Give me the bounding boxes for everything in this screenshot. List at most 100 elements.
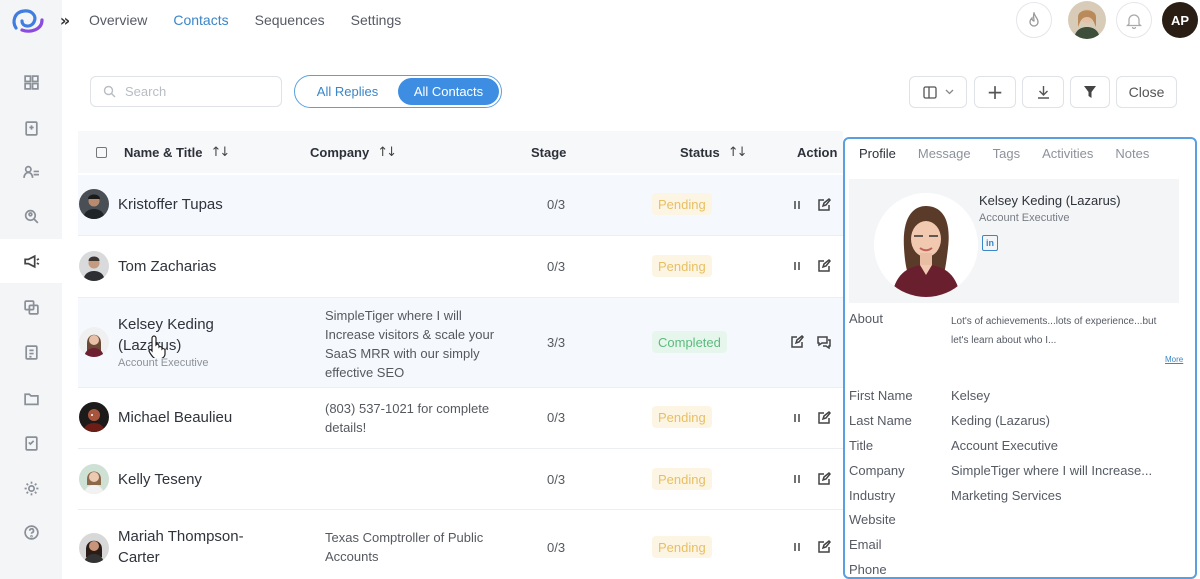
tab-notes[interactable]: Notes [1115, 146, 1149, 161]
company-text: SimpleTiger where I will Increase visito… [325, 308, 495, 380]
select-all-checkbox[interactable] [96, 147, 107, 158]
pause-icon [794, 543, 800, 551]
contact-name[interactable]: Tom Zacharias [118, 256, 216, 277]
columns-view-button[interactable] [909, 76, 967, 108]
sidebar-item-documents[interactable] [0, 106, 62, 150]
status-badge: Pending [652, 536, 712, 558]
avatar [79, 533, 109, 563]
flame-icon [1029, 12, 1039, 27]
table-row[interactable]: Kristoffer Tupas 0/3 Pending [78, 175, 843, 236]
download-button[interactable] [1022, 76, 1064, 108]
table-row[interactable]: Tom Zacharias 0/3 Pending [78, 236, 843, 298]
field-label: Title [849, 438, 874, 453]
company-text: Texas Comptroller of Public Accounts [325, 530, 484, 564]
tab-overview[interactable]: Overview [89, 12, 147, 28]
account-avatar[interactable]: AP [1162, 2, 1198, 38]
table-row[interactable]: Michael Beaulieu (803) 537-1021 for comp… [78, 388, 843, 449]
column-label: Status [680, 145, 720, 160]
contact-name[interactable]: Kelsey Keding (Lazarus) [118, 314, 258, 356]
edit-button[interactable] [817, 259, 831, 273]
linkedin-icon[interactable]: in [982, 235, 998, 251]
status-badge: Pending [652, 406, 712, 428]
help-icon [23, 524, 39, 540]
boost-button[interactable] [1016, 2, 1052, 38]
contact-name[interactable]: Kristoffer Tupas [118, 194, 223, 215]
sort-icon[interactable]: ↑↓ [211, 145, 231, 160]
status-badge: Pending [652, 193, 712, 215]
contact-name[interactable]: Michael Beaulieu [118, 407, 232, 428]
sidebar-item-reports[interactable] [0, 330, 62, 374]
contact-name[interactable]: Kelly Teseny [118, 469, 202, 490]
pause-button[interactable] [790, 259, 804, 273]
more-link[interactable]: More [1165, 355, 1183, 364]
pause-icon [794, 262, 800, 270]
stage-value: 0/3 [547, 259, 566, 274]
edit-icon [791, 335, 804, 348]
close-button[interactable]: Close [1116, 76, 1177, 108]
column-label: Stage [531, 145, 567, 160]
sort-icon[interactable]: ↑↓ [377, 145, 397, 160]
status-badge: Completed [652, 331, 727, 353]
add-contact-button[interactable]: + [974, 76, 1016, 108]
avatar [79, 402, 109, 432]
pause-icon [794, 201, 800, 209]
edit-icon [818, 259, 831, 272]
user-avatar[interactable] [1068, 1, 1106, 39]
stage-value: 0/3 [547, 197, 566, 212]
sidebar-item-search-people[interactable] [0, 194, 62, 238]
search-input[interactable] [125, 84, 265, 99]
pause-button[interactable] [790, 198, 804, 212]
sidebar-item-dashboard[interactable] [0, 60, 62, 104]
field-value: Marketing Services [951, 488, 1062, 503]
field-value: Keding (Lazarus) [951, 413, 1050, 428]
contact-name[interactable]: Mariah Thompson-Carter [118, 526, 268, 568]
status-badge: Pending [652, 468, 712, 490]
sidebar-item-campaigns[interactable] [0, 239, 62, 283]
edit-button[interactable] [790, 335, 804, 349]
chat-button[interactable] [817, 335, 831, 349]
edit-button[interactable] [817, 198, 831, 212]
edit-button[interactable] [817, 411, 831, 425]
column-header-company[interactable]: Company ↑↓ [310, 145, 397, 160]
edit-button[interactable] [817, 540, 831, 554]
tab-tags[interactable]: Tags [993, 146, 1020, 161]
tab-message[interactable]: Message [918, 146, 971, 161]
filter-button[interactable] [1070, 76, 1110, 108]
avatar [79, 464, 109, 494]
sidebar-item-help[interactable] [0, 510, 62, 554]
download-icon [1037, 86, 1049, 99]
app-logo[interactable] [10, 6, 46, 36]
expand-sidebar-button[interactable]: » [54, 8, 76, 32]
tab-settings[interactable]: Settings [351, 12, 402, 28]
table-row[interactable]: Kelsey Keding (Lazarus) Account Executiv… [78, 298, 843, 388]
column-header-name[interactable]: Name & Title ↑↓ [124, 145, 231, 160]
edit-button[interactable] [817, 472, 831, 486]
search-box[interactable] [90, 76, 282, 107]
tab-sequences[interactable]: Sequences [255, 12, 325, 28]
tab-activities[interactable]: Activities [1042, 146, 1093, 161]
sidebar-item-contacts[interactable] [0, 150, 62, 194]
search-people-icon [24, 209, 38, 223]
sort-icon[interactable]: ↑↓ [728, 145, 748, 160]
sidebar-item-folders[interactable] [0, 376, 62, 420]
field-label: First Name [849, 388, 913, 403]
table-row[interactable]: Kelly Teseny 0/3 Pending [78, 449, 843, 510]
pause-button[interactable] [790, 411, 804, 425]
field-label: Last Name [849, 413, 912, 428]
pause-button[interactable] [790, 540, 804, 554]
avatar [79, 251, 109, 281]
pause-button[interactable] [790, 472, 804, 486]
all-contacts-option[interactable]: All Contacts [398, 78, 499, 105]
tab-profile[interactable]: Profile [859, 146, 896, 161]
sidebar-item-tasks[interactable] [0, 421, 62, 465]
user-photo-icon [1068, 1, 1106, 39]
table-row[interactable]: Mariah Thompson-Carter Texas Comptroller… [78, 510, 843, 579]
notifications-button[interactable] [1116, 2, 1152, 38]
contact-profile-panel: Profile Message Tags Activities Notes Ke… [843, 137, 1197, 579]
all-replies-option[interactable]: All Replies [297, 78, 398, 105]
field-value: SimpleTiger where I will Increase... [951, 463, 1153, 478]
column-header-status[interactable]: Status ↑↓ [680, 145, 748, 160]
sidebar-item-templates[interactable] [0, 285, 62, 329]
tab-contacts[interactable]: Contacts [173, 12, 228, 28]
sidebar-item-settings[interactable] [0, 466, 62, 510]
